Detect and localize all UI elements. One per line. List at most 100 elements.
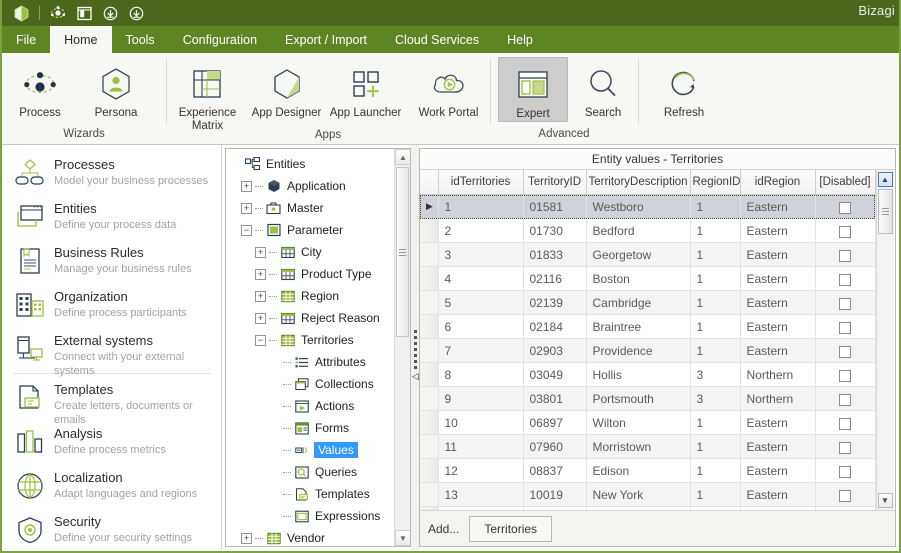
table-row[interactable]: 2 01730 Bedford 1 Eastern — [420, 218, 876, 244]
app-logo-icon[interactable] — [8, 2, 34, 24]
table-row[interactable]: 3 01833 Georgetow 1 Eastern — [420, 242, 876, 268]
tree-scroll-thumb[interactable] — [396, 167, 409, 337]
cell-idregion[interactable]: Northern — [740, 386, 816, 412]
cell-regionid[interactable]: 1 — [690, 434, 741, 460]
cell-territoryid[interactable]: 10038 — [523, 506, 587, 510]
cell-idregion[interactable]: Eastern — [740, 194, 816, 220]
cell-idregion[interactable]: Northern — [740, 362, 816, 388]
cell-idterritories[interactable]: 11 — [438, 434, 524, 460]
cell-regionid[interactable]: 1 — [690, 290, 741, 316]
ribbon-button-persona[interactable]: Persona — [78, 57, 154, 120]
cell-regionid[interactable]: 1 — [690, 242, 741, 268]
cell-territorydescription[interactable]: Edison — [586, 458, 691, 484]
ribbon-button-work-portal[interactable]: Work Portal — [407, 57, 490, 120]
table-row[interactable]: 4 02116 Boston 1 Eastern — [420, 266, 876, 292]
tree-node-parameter[interactable]: − Parameter — [230, 219, 394, 241]
column-header-regionid[interactable]: RegionID — [690, 169, 741, 196]
disabled-checkbox[interactable] — [839, 417, 851, 430]
cell-idterritories[interactable]: 3 — [438, 242, 524, 268]
cell-disabled[interactable] — [815, 266, 876, 292]
cell-disabled[interactable] — [815, 410, 876, 436]
territories-tab-button[interactable]: Territories — [469, 515, 553, 542]
tree-scroll-down-arrow[interactable]: ▼ — [395, 530, 410, 546]
cell-regionid[interactable]: 1 — [690, 410, 741, 436]
cell-idterritories[interactable]: 5 — [438, 290, 524, 316]
entities-tree[interactable]: Entities + Application + Master − Parame… — [226, 149, 394, 546]
grid-scroll-thumb[interactable] — [877, 188, 893, 234]
cell-idterritories[interactable]: 2 — [438, 218, 524, 244]
cell-idregion[interactable]: Eastern — [740, 482, 816, 508]
cell-idterritories[interactable]: 9 — [438, 386, 524, 412]
tree-node-master[interactable]: + Master — [230, 197, 394, 219]
tree-toggle-expand-city[interactable]: + — [255, 246, 266, 258]
cell-territoryid[interactable]: 03049 — [523, 362, 587, 388]
cell-idregion[interactable]: Eastern — [740, 242, 816, 268]
cell-idterritories[interactable]: 7 — [438, 338, 524, 364]
table-row[interactable]: 13 10019 New York 1 Eastern — [420, 482, 876, 508]
cell-territoryid[interactable]: 06897 — [523, 410, 587, 436]
table-row[interactable]: 5 02139 Cambridge 1 Eastern — [420, 290, 876, 316]
column-header-disabled[interactable]: [Disabled] — [815, 169, 876, 196]
cell-territoryid[interactable]: 07960 — [523, 434, 587, 460]
cell-regionid[interactable]: 1 — [690, 194, 741, 220]
cell-idregion[interactable]: Eastern — [740, 314, 816, 340]
tree-vertical-scrollbar[interactable]: ▲ ▼ — [394, 149, 410, 546]
cell-idterritories[interactable]: 12 — [438, 458, 524, 484]
sidebar-item-entities[interactable]: Entities Define your process data — [2, 195, 221, 239]
cell-idregion[interactable]: Eastern — [740, 410, 816, 436]
cell-territorydescription[interactable]: Portsmouth — [586, 386, 691, 412]
disabled-checkbox[interactable] — [839, 393, 851, 406]
grid-scroll-up-arrow[interactable]: ▲ — [877, 171, 893, 187]
tree-node-expressions[interactable]: Expressions — [230, 505, 394, 527]
tree-node-forms[interactable]: Forms — [230, 417, 394, 439]
cell-disabled[interactable] — [815, 314, 876, 340]
tree-toggle-collapse-territories[interactable]: − — [255, 334, 266, 346]
column-header-idterritories[interactable]: idTerritories — [438, 169, 524, 196]
cell-idregion[interactable]: Eastern — [740, 218, 816, 244]
cell-territoryid[interactable]: 03801 — [523, 386, 587, 412]
cell-territoryid[interactable]: 02139 — [523, 290, 587, 316]
sidebar-item-security[interactable]: Security Define your security settings — [2, 508, 221, 550]
ribbon-button-refresh[interactable]: Refresh — [646, 57, 722, 120]
tree-node-queries[interactable]: Queries — [230, 461, 394, 483]
tree-toggle-expand-master[interactable]: + — [241, 202, 252, 214]
grid-scroll-down-arrow[interactable]: ▼ — [877, 493, 893, 508]
cell-territorydescription[interactable]: Morristown — [586, 434, 691, 460]
table-row[interactable]: 14 10038 New York 1 Eastern — [420, 506, 876, 510]
ribbon-button-expert[interactable]: Expert — [498, 57, 569, 122]
cell-regionid[interactable]: 3 — [690, 362, 741, 388]
cell-disabled[interactable] — [815, 290, 876, 316]
tree-toggle-expand-product-type[interactable]: + — [255, 268, 266, 280]
table-row[interactable]: 12 08837 Edison 1 Eastern — [420, 458, 876, 484]
download2-quick-icon[interactable] — [123, 2, 149, 24]
cell-territoryid[interactable]: 01730 — [523, 218, 587, 244]
menu-item-cloud-services[interactable]: Cloud Services — [381, 26, 493, 53]
cell-regionid[interactable]: 1 — [690, 458, 741, 484]
cell-idregion[interactable]: Eastern — [740, 290, 816, 316]
disabled-checkbox[interactable] — [839, 321, 851, 334]
tree-node-templates[interactable]: Templates — [230, 483, 394, 505]
cell-idregion[interactable]: Eastern — [740, 338, 816, 364]
cell-territorydescription[interactable]: Providence — [586, 338, 691, 364]
tree-node-vendor[interactable]: + Vendor — [230, 527, 394, 546]
tree-node-collections[interactable]: Collections — [230, 373, 394, 395]
sidebar-item-localization[interactable]: Localization Adapt languages and regions — [2, 464, 221, 508]
sidebar-item-external-systems[interactable]: External systems Connect with your exter… — [2, 327, 221, 377]
cell-territoryid[interactable]: 08837 — [523, 458, 587, 484]
ribbon-button-process[interactable]: Process — [2, 57, 78, 120]
cell-idterritories[interactable]: 1 — [438, 194, 524, 220]
sidebar-item-business-rules[interactable]: Business Rules Manage your business rule… — [2, 239, 221, 283]
sidebar-item-organization[interactable]: Organization Define process participants — [2, 283, 221, 327]
ribbon-button-experience-matrix[interactable]: Experience Matrix — [166, 57, 249, 133]
process-quick-icon[interactable] — [45, 2, 71, 24]
cell-disabled[interactable] — [815, 482, 876, 508]
add-button[interactable]: Add... — [428, 522, 459, 536]
tree-node-attributes[interactable]: Attributes — [230, 351, 394, 373]
cell-regionid[interactable]: 1 — [690, 338, 741, 364]
column-header-territoryid[interactable]: TerritoryID — [523, 169, 587, 196]
cell-territoryid[interactable]: 02903 — [523, 338, 587, 364]
ribbon-button-search[interactable]: Search — [568, 57, 638, 120]
cell-territorydescription[interactable]: Georgetow — [586, 242, 691, 268]
cell-idregion[interactable]: Eastern — [740, 266, 816, 292]
tree-node-values[interactable]: Values — [230, 439, 394, 461]
